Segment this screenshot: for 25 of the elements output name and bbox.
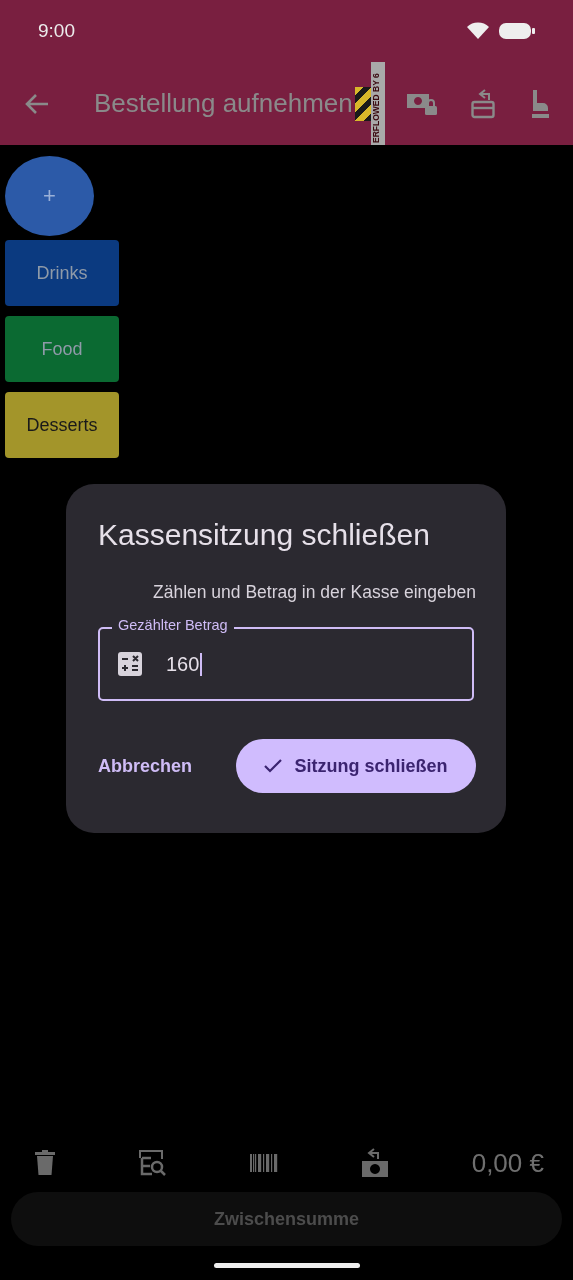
field-label: Gezählter Betrag [112,617,234,633]
card-arrow-icon[interactable] [471,88,495,119]
dialog-title: Kassensitzung schließen [98,518,431,552]
dialog-message: Zählen und Betrag in der Kasse eingeben [153,582,476,603]
category-tile[interactable]: Desserts [5,392,119,458]
overflow-stripe [354,86,371,121]
overflow-label: ERFLOWED BY 6 [370,62,385,145]
back-arrow-icon[interactable] [24,92,50,115]
app-title: Bestellung aufnehmen [94,88,353,119]
cash-lock-icon[interactable] [407,91,437,116]
trash-icon[interactable] [35,1150,55,1176]
close-session-button[interactable]: Sitzung schließen [236,739,476,793]
cash-return-icon[interactable] [362,1148,388,1178]
field-value: 160 [166,652,203,676]
wifi-icon [467,22,489,40]
battery-icon [499,22,535,40]
barcode-icon[interactable] [250,1154,279,1172]
status-time: 9:00 [38,20,75,42]
cancel-button[interactable]: Abbrechen [82,745,209,787]
add-button[interactable]: + [5,156,94,236]
category-tile[interactable]: Drinks [5,240,119,306]
receipt-search-icon[interactable] [138,1150,167,1176]
order-total: 0,00 € [471,1147,544,1179]
check-icon [264,759,283,773]
calculator-icon [118,652,142,676]
